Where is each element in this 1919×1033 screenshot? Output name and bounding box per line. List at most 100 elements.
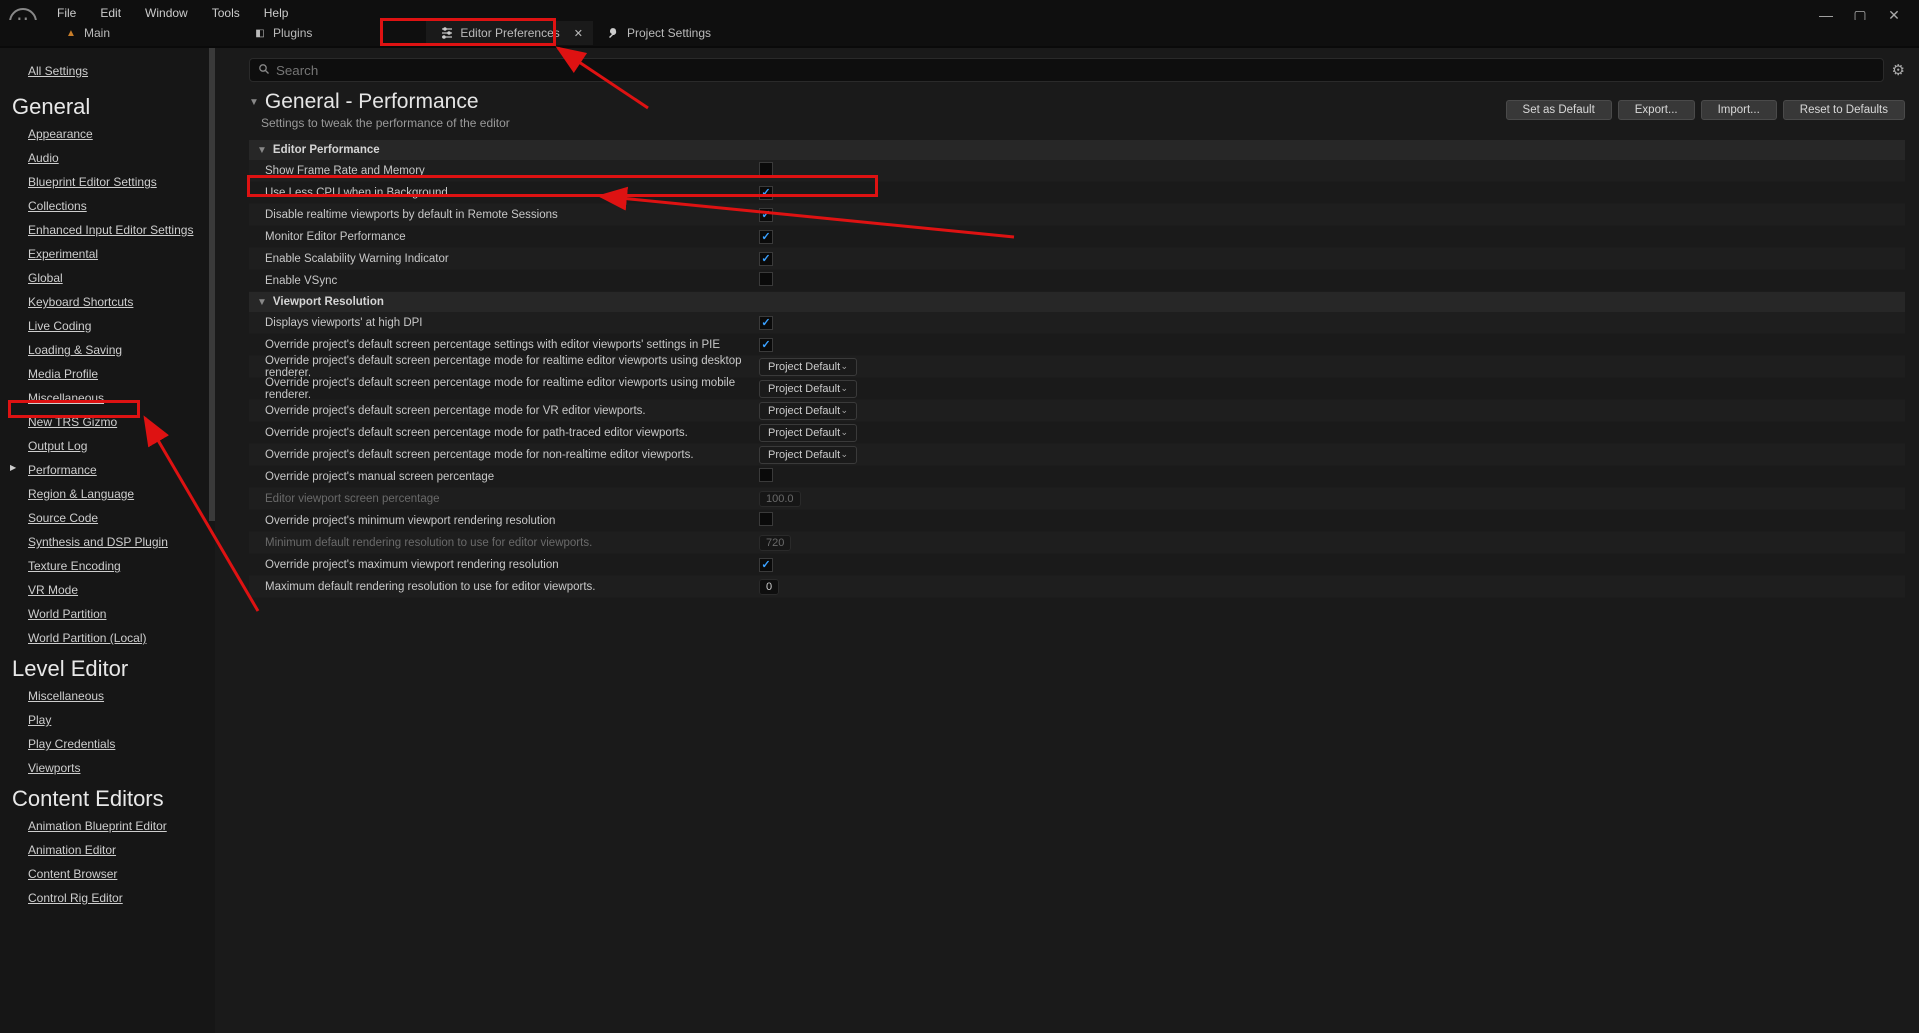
menu-file[interactable]: File	[45, 4, 88, 22]
property-row: Disable realtime viewports by default in…	[249, 204, 1905, 226]
number-input: 100.0	[759, 491, 801, 507]
collapse-icon[interactable]: ▼	[249, 97, 259, 108]
property-control	[759, 316, 1905, 330]
sidebar-item-blueprint-editor-settings[interactable]: Blueprint Editor Settings	[12, 170, 215, 194]
export-button[interactable]: Export...	[1618, 100, 1695, 120]
sidebar-item-loading-saving[interactable]: Loading & Saving	[12, 338, 215, 362]
sidebar-item-content-browser[interactable]: Content Browser	[12, 862, 215, 886]
sidebar-item-texture-encoding[interactable]: Texture Encoding	[12, 554, 215, 578]
sidebar-item-source-code[interactable]: Source Code	[12, 506, 215, 530]
sidebar-item-miscellaneous[interactable]: Miscellaneous	[12, 386, 215, 410]
sidebar-item-performance[interactable]: Performance	[12, 458, 215, 482]
checkbox[interactable]	[759, 230, 773, 244]
sidebar-item-world-partition-local-[interactable]: World Partition (Local)	[12, 626, 215, 650]
property-control	[759, 162, 1905, 179]
reset-defaults-button[interactable]: Reset to Defaults	[1783, 100, 1905, 120]
sidebar-item-keyboard-shortcuts[interactable]: Keyboard Shortcuts	[12, 290, 215, 314]
sidebar-item-appearance[interactable]: Appearance	[12, 122, 215, 146]
tab-close-icon[interactable]: ✕	[574, 27, 583, 40]
settings-sidebar[interactable]: All Settings General AppearanceAudioBlue…	[0, 48, 215, 1033]
tab-main[interactable]: ▲ Main	[50, 21, 124, 45]
checkbox[interactable]	[759, 272, 773, 286]
sidebar-item-world-partition[interactable]: World Partition	[12, 602, 215, 626]
property-label: Override project's default screen percen…	[265, 427, 759, 439]
property-control: 720	[759, 537, 1905, 549]
property-control	[759, 208, 1905, 222]
property-row: Override project's maximum viewport rend…	[249, 554, 1905, 576]
section-viewport-resolution[interactable]: ▼ Viewport Resolution	[249, 292, 1905, 312]
sidebar-item-audio[interactable]: Audio	[12, 146, 215, 170]
property-row: Override project's default screen percen…	[249, 400, 1905, 422]
chevron-down-icon: ⌄	[840, 427, 848, 438]
sidebar-item-viewports[interactable]: Viewports	[12, 756, 215, 780]
property-control: Project Default⌄	[759, 380, 1905, 398]
menu-tools[interactable]: Tools	[200, 4, 252, 22]
checkbox[interactable]	[759, 162, 773, 176]
dropdown[interactable]: Project Default⌄	[759, 380, 857, 398]
checkbox[interactable]	[759, 252, 773, 266]
sidebar-item-new-trs-gizmo[interactable]: New TRS Gizmo	[12, 410, 215, 434]
property-label: Override project's minimum viewport rend…	[265, 515, 759, 527]
property-control	[759, 272, 1905, 289]
checkbox[interactable]	[759, 186, 773, 200]
property-row: Override project's default screen percen…	[249, 422, 1905, 444]
chevron-down-icon: ⌄	[840, 449, 848, 460]
sidebar-item-global[interactable]: Global	[12, 266, 215, 290]
checkbox[interactable]	[759, 316, 773, 330]
sidebar-item-vr-mode[interactable]: VR Mode	[12, 578, 215, 602]
checkbox[interactable]	[759, 338, 773, 352]
tab-label: Editor Preferences	[460, 26, 559, 40]
dropdown[interactable]: Project Default⌄	[759, 402, 857, 420]
search-input[interactable]	[276, 63, 1875, 78]
checkbox[interactable]	[759, 558, 773, 572]
checkbox[interactable]	[759, 208, 773, 222]
tab-project-settings[interactable]: Project Settings	[593, 21, 725, 45]
property-row: Displays viewports' at high DPI	[249, 312, 1905, 334]
property-control: Project Default⌄	[759, 402, 1905, 420]
sidebar-heading-level-editor: Level Editor	[12, 650, 215, 684]
tab-plugins[interactable]: ◧ Plugins	[239, 21, 326, 45]
import-button[interactable]: Import...	[1701, 100, 1777, 120]
property-row: Minimum default rendering resolution to …	[249, 532, 1905, 554]
chevron-down-icon: ▼	[257, 145, 267, 156]
sidebar-item-output-log[interactable]: Output Log	[12, 434, 215, 458]
number-input[interactable]: 0	[759, 579, 779, 595]
sidebar-item-region-language[interactable]: Region & Language	[12, 482, 215, 506]
sidebar-item-synthesis-and-dsp-plugin[interactable]: Synthesis and DSP Plugin	[12, 530, 215, 554]
property-control	[759, 512, 1905, 529]
sidebar-item-animation-editor[interactable]: Animation Editor	[12, 838, 215, 862]
sidebar-item-live-coding[interactable]: Live Coding	[12, 314, 215, 338]
dropdown[interactable]: Project Default⌄	[759, 424, 857, 442]
sidebar-item-control-rig-editor[interactable]: Control Rig Editor	[12, 886, 215, 910]
sidebar-heading-content-editors: Content Editors	[12, 780, 215, 814]
chevron-down-icon: ⌄	[840, 405, 848, 416]
sidebar-item-miscellaneous[interactable]: Miscellaneous	[12, 684, 215, 708]
dropdown[interactable]: Project Default⌄	[759, 358, 857, 376]
section-editor-performance[interactable]: ▼ Editor Performance	[249, 140, 1905, 160]
sidebar-item-play[interactable]: Play	[12, 708, 215, 732]
checkbox[interactable]	[759, 468, 773, 482]
property-row: Override project's manual screen percent…	[249, 466, 1905, 488]
menu-help[interactable]: Help	[252, 4, 301, 22]
tab-editor-preferences[interactable]: Editor Preferences ✕	[426, 21, 593, 45]
dropdown[interactable]: Project Default⌄	[759, 446, 857, 464]
tabbar: ▲ Main ◧ Plugins Editor Preferences ✕ Pr…	[0, 20, 1919, 46]
sidebar-item-animation-blueprint-editor[interactable]: Animation Blueprint Editor	[12, 814, 215, 838]
sidebar-item-play-credentials[interactable]: Play Credentials	[12, 732, 215, 756]
sidebar-item-collections[interactable]: Collections	[12, 194, 215, 218]
page-title: General - Performance	[265, 90, 479, 114]
sidebar-item-enhanced-input-editor-settings[interactable]: Enhanced Input Editor Settings	[12, 218, 215, 242]
number-input: 720	[759, 535, 791, 551]
sidebar-item-experimental[interactable]: Experimental	[12, 242, 215, 266]
checkbox[interactable]	[759, 512, 773, 526]
sidebar-item-media-profile[interactable]: Media Profile	[12, 362, 215, 386]
property-row: Show Frame Rate and Memory	[249, 160, 1905, 182]
main: All Settings General AppearanceAudioBlue…	[0, 48, 1919, 1033]
set-as-default-button[interactable]: Set as Default	[1506, 100, 1612, 120]
gear-icon[interactable]: ⚙	[1892, 61, 1905, 79]
property-label: Use Less CPU when in Background	[265, 187, 759, 199]
property-label: Enable VSync	[265, 275, 759, 287]
all-settings-link[interactable]: All Settings	[12, 60, 215, 88]
menu-edit[interactable]: Edit	[88, 4, 133, 22]
menu-window[interactable]: Window	[133, 4, 200, 22]
